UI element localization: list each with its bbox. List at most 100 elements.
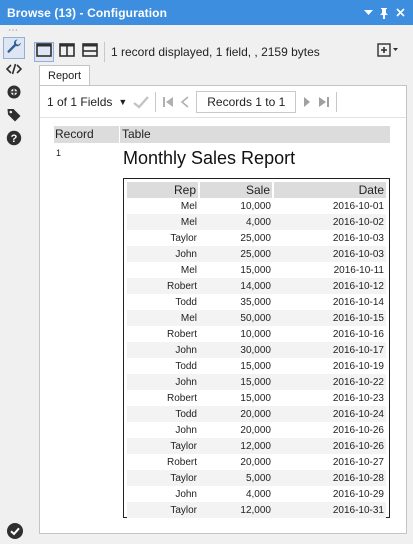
rep-cell: Taylor: [127, 470, 199, 486]
configuration-tool-button[interactable]: [3, 37, 25, 59]
svg-text:?: ?: [11, 133, 18, 145]
column-header-rep: Rep: [127, 182, 200, 198]
close-icon[interactable]: [393, 0, 407, 25]
date-cell: 2016-10-14: [332, 296, 384, 308]
rep-cell: Todd: [127, 406, 199, 422]
sale-cell: 35,000: [240, 296, 271, 308]
tab-report[interactable]: Report: [39, 65, 91, 86]
sale-cell: 15,000: [199, 374, 273, 390]
first-record-icon[interactable]: [162, 96, 174, 108]
checkmark-icon[interactable]: [133, 95, 150, 109]
date-cell: 2016-10-16: [332, 328, 384, 340]
date-cell: 2016-10-17: [273, 342, 386, 358]
column-header-table[interactable]: Table: [120, 126, 390, 143]
table-row: Mel 50,000 2016-10-15: [127, 310, 386, 326]
table-row: John 25,000 2016-10-03: [127, 246, 386, 262]
date-cell: 2016-10-19: [332, 360, 384, 372]
table-row: Robert 20,000 2016-10-27: [127, 454, 386, 470]
report-table-body: Mel 10,000 2016-10-01 Mel 4,000 2016-10-02 Tay…: [127, 198, 386, 518]
date-cell: 2016-10-24: [273, 406, 386, 422]
table-row: John 20,000 2016-10-26: [127, 422, 386, 438]
table-row: John 4,000 2016-10-29: [127, 486, 386, 502]
date-cell: 2016-10-31: [273, 502, 386, 518]
date-cell: 2016-10-27: [332, 456, 384, 468]
records-range: Records 1 to 1: [196, 90, 297, 113]
rep-cell: Robert: [166, 392, 197, 404]
table-row: Taylor 5,000 2016-10-28: [127, 470, 386, 486]
sale-cell: 15,000: [240, 264, 271, 276]
sale-cell: 14,000: [199, 278, 273, 294]
sale-cell: 10,000: [240, 328, 271, 340]
table-row: Robert 15,000 2016-10-23: [127, 390, 386, 406]
toolbar-divider: [104, 42, 105, 62]
add-dropdown-button[interactable]: [375, 41, 403, 63]
fields-selector[interactable]: 1 of 1 Fields: [47, 95, 112, 109]
rep-cell: Mel: [127, 214, 199, 230]
sale-cell: 15,000: [240, 392, 271, 404]
table-row: Robert 14,000 2016-10-12: [127, 278, 386, 294]
check-circle-icon[interactable]: [6, 522, 24, 540]
sale-cell: 15,000: [240, 360, 271, 372]
chevron-down-icon[interactable]: [361, 0, 375, 25]
help-icon: ?: [6, 130, 22, 151]
chevron-down-icon[interactable]: ▼: [118, 97, 127, 107]
rep-cell: John: [175, 424, 197, 436]
table-row: John 15,000 2016-10-22: [127, 374, 386, 390]
split-horizontal-icon: [82, 42, 98, 62]
split-horizontal-button[interactable]: [80, 42, 100, 62]
table-row: Todd 20,000 2016-10-24: [127, 406, 386, 422]
single-pane-icon: [36, 42, 52, 62]
record-navigation: 1 of 1 Fields ▼ Records 1 to 1: [40, 86, 406, 118]
sale-cell: 12,000: [199, 438, 273, 454]
sale-cell: 25,000: [199, 246, 273, 262]
split-vertical-button[interactable]: [57, 42, 77, 62]
rep-cell: John: [175, 488, 197, 500]
table-row: Taylor 25,000 2016-10-03: [127, 230, 386, 246]
date-cell: 2016-10-28: [273, 470, 386, 486]
table-row: Taylor 12,000 2016-10-31: [127, 502, 386, 518]
rep-cell: Mel: [180, 264, 197, 276]
title-bar: Browse (13) - Configuration: [0, 0, 413, 25]
next-record-icon[interactable]: [302, 96, 312, 108]
sale-cell: 25,000: [240, 232, 271, 244]
sale-cell: 50,000: [199, 310, 273, 326]
annotation-tool-button[interactable]: [3, 106, 25, 128]
record-number: 1: [56, 148, 62, 158]
report-content: 1 of 1 Fields ▼ Records 1 to 1 Record Ta…: [39, 85, 407, 534]
date-cell: 2016-10-03: [273, 246, 386, 262]
drag-handle-icon[interactable]: ⋯: [8, 26, 19, 36]
code-icon: [5, 61, 23, 82]
rep-cell: Taylor: [127, 438, 199, 454]
sale-cell: 20,000: [240, 424, 271, 436]
table-row: Mel 4,000 2016-10-02: [127, 214, 386, 230]
date-cell: 2016-10-11: [333, 264, 384, 276]
column-header-record[interactable]: Record: [54, 126, 120, 143]
connection-icon: [6, 84, 22, 105]
rep-cell: John: [127, 374, 199, 390]
tag-icon: [6, 107, 22, 128]
configuration-window: Browse (13) - Configuration ⋯ ? 1 record…: [0, 0, 413, 544]
help-tool-button[interactable]: ?: [3, 129, 25, 151]
table-row: Taylor 12,000 2016-10-26: [127, 438, 386, 454]
table-row: Mel 15,000 2016-10-11: [127, 262, 386, 278]
code-tool-button[interactable]: [3, 60, 25, 82]
report-table-frame: Rep Sale Date Mel 10,000 2016-10-01 Mel 4,00…: [123, 178, 390, 518]
rep-cell: Robert: [166, 456, 197, 468]
pin-icon[interactable]: [377, 0, 391, 25]
date-cell: 2016-10-23: [332, 392, 384, 404]
single-view-button[interactable]: [34, 42, 54, 62]
previous-record-icon[interactable]: [180, 95, 190, 108]
sale-cell: 10,000: [240, 200, 271, 212]
report-header-row: Rep Sale Date: [127, 182, 386, 198]
rep-cell: John: [127, 246, 199, 262]
connection-tool-button[interactable]: [3, 83, 25, 105]
table-row: Robert 10,000 2016-10-16: [127, 326, 386, 342]
column-header-sale: Sale: [199, 182, 274, 198]
last-record-icon[interactable]: [318, 96, 330, 108]
date-cell: 2016-10-03: [332, 232, 384, 244]
left-toolbar: ?: [3, 37, 27, 152]
date-cell: 2016-10-12: [273, 278, 386, 294]
rep-cell: Mel: [180, 200, 197, 212]
rep-cell: Todd: [175, 296, 197, 308]
record-info: 1 record displayed, 1 field, , 2159 byte…: [111, 45, 320, 59]
